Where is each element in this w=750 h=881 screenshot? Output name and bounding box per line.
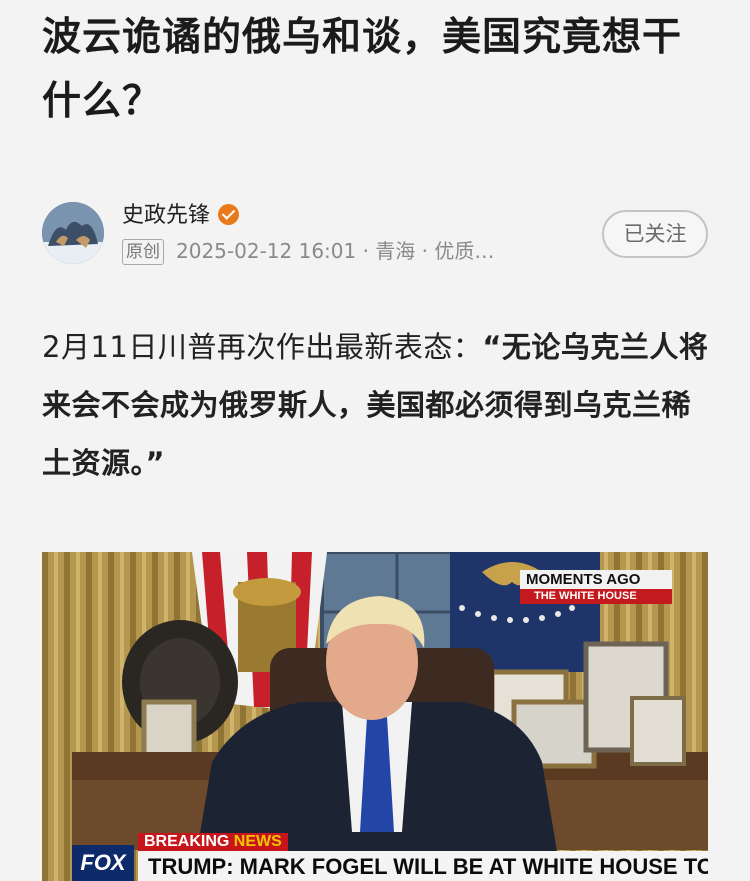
author-name[interactable]: 史政先锋 <box>122 200 240 232</box>
verified-icon <box>218 204 240 225</box>
author-avatar[interactable] <box>42 202 104 264</box>
location-label: THE WHITE HOUSE <box>520 589 672 604</box>
author-name-text[interactable]: 史政先锋 <box>122 203 210 228</box>
article-meta: 原创 2025-02-12 16:01 · 青海 · 优质… <box>122 236 494 266</box>
moments-label: MOMENTS AGO <box>520 570 672 589</box>
body-text-plain: 2月11日川普再次作出最新表态： <box>42 330 483 364</box>
news-ticker: FOX BREAKING NEWS TRUMP: MARK FOGEL WILL… <box>42 833 708 881</box>
avatar-image <box>42 202 104 264</box>
publish-info: 2025-02-12 16:01 · 青海 · 优质… <box>176 239 495 263</box>
article-photo[interactable]: MOMENTS AGO THE WHITE HOUSE FOX BREAKING… <box>42 552 708 881</box>
breaking-text: BREAKING <box>144 833 234 850</box>
news-text: NEWS <box>233 833 282 850</box>
article-body: 2月11日川普再次作出最新表态：“无论乌克兰人将来会不会成为俄罗斯人，美国都必须… <box>42 318 712 492</box>
original-tag: 原创 <box>122 239 164 265</box>
ticker-headline: TRUMP: MARK FOGEL WILL BE AT WHITE HOUSE… <box>138 851 708 881</box>
breaking-news-tag: BREAKING NEWS <box>138 833 288 851</box>
moments-ago-banner: MOMENTS AGO THE WHITE HOUSE <box>520 570 672 604</box>
author-row: 史政先锋 原创 2025-02-12 16:01 · 青海 · 优质… 已关注 <box>42 200 712 270</box>
article-title: 波云诡谲的俄乌和谈，美国究竟想干什么？ <box>42 15 683 124</box>
fox-logo: FOX <box>72 845 134 881</box>
follow-button[interactable]: 已关注 <box>602 210 708 258</box>
